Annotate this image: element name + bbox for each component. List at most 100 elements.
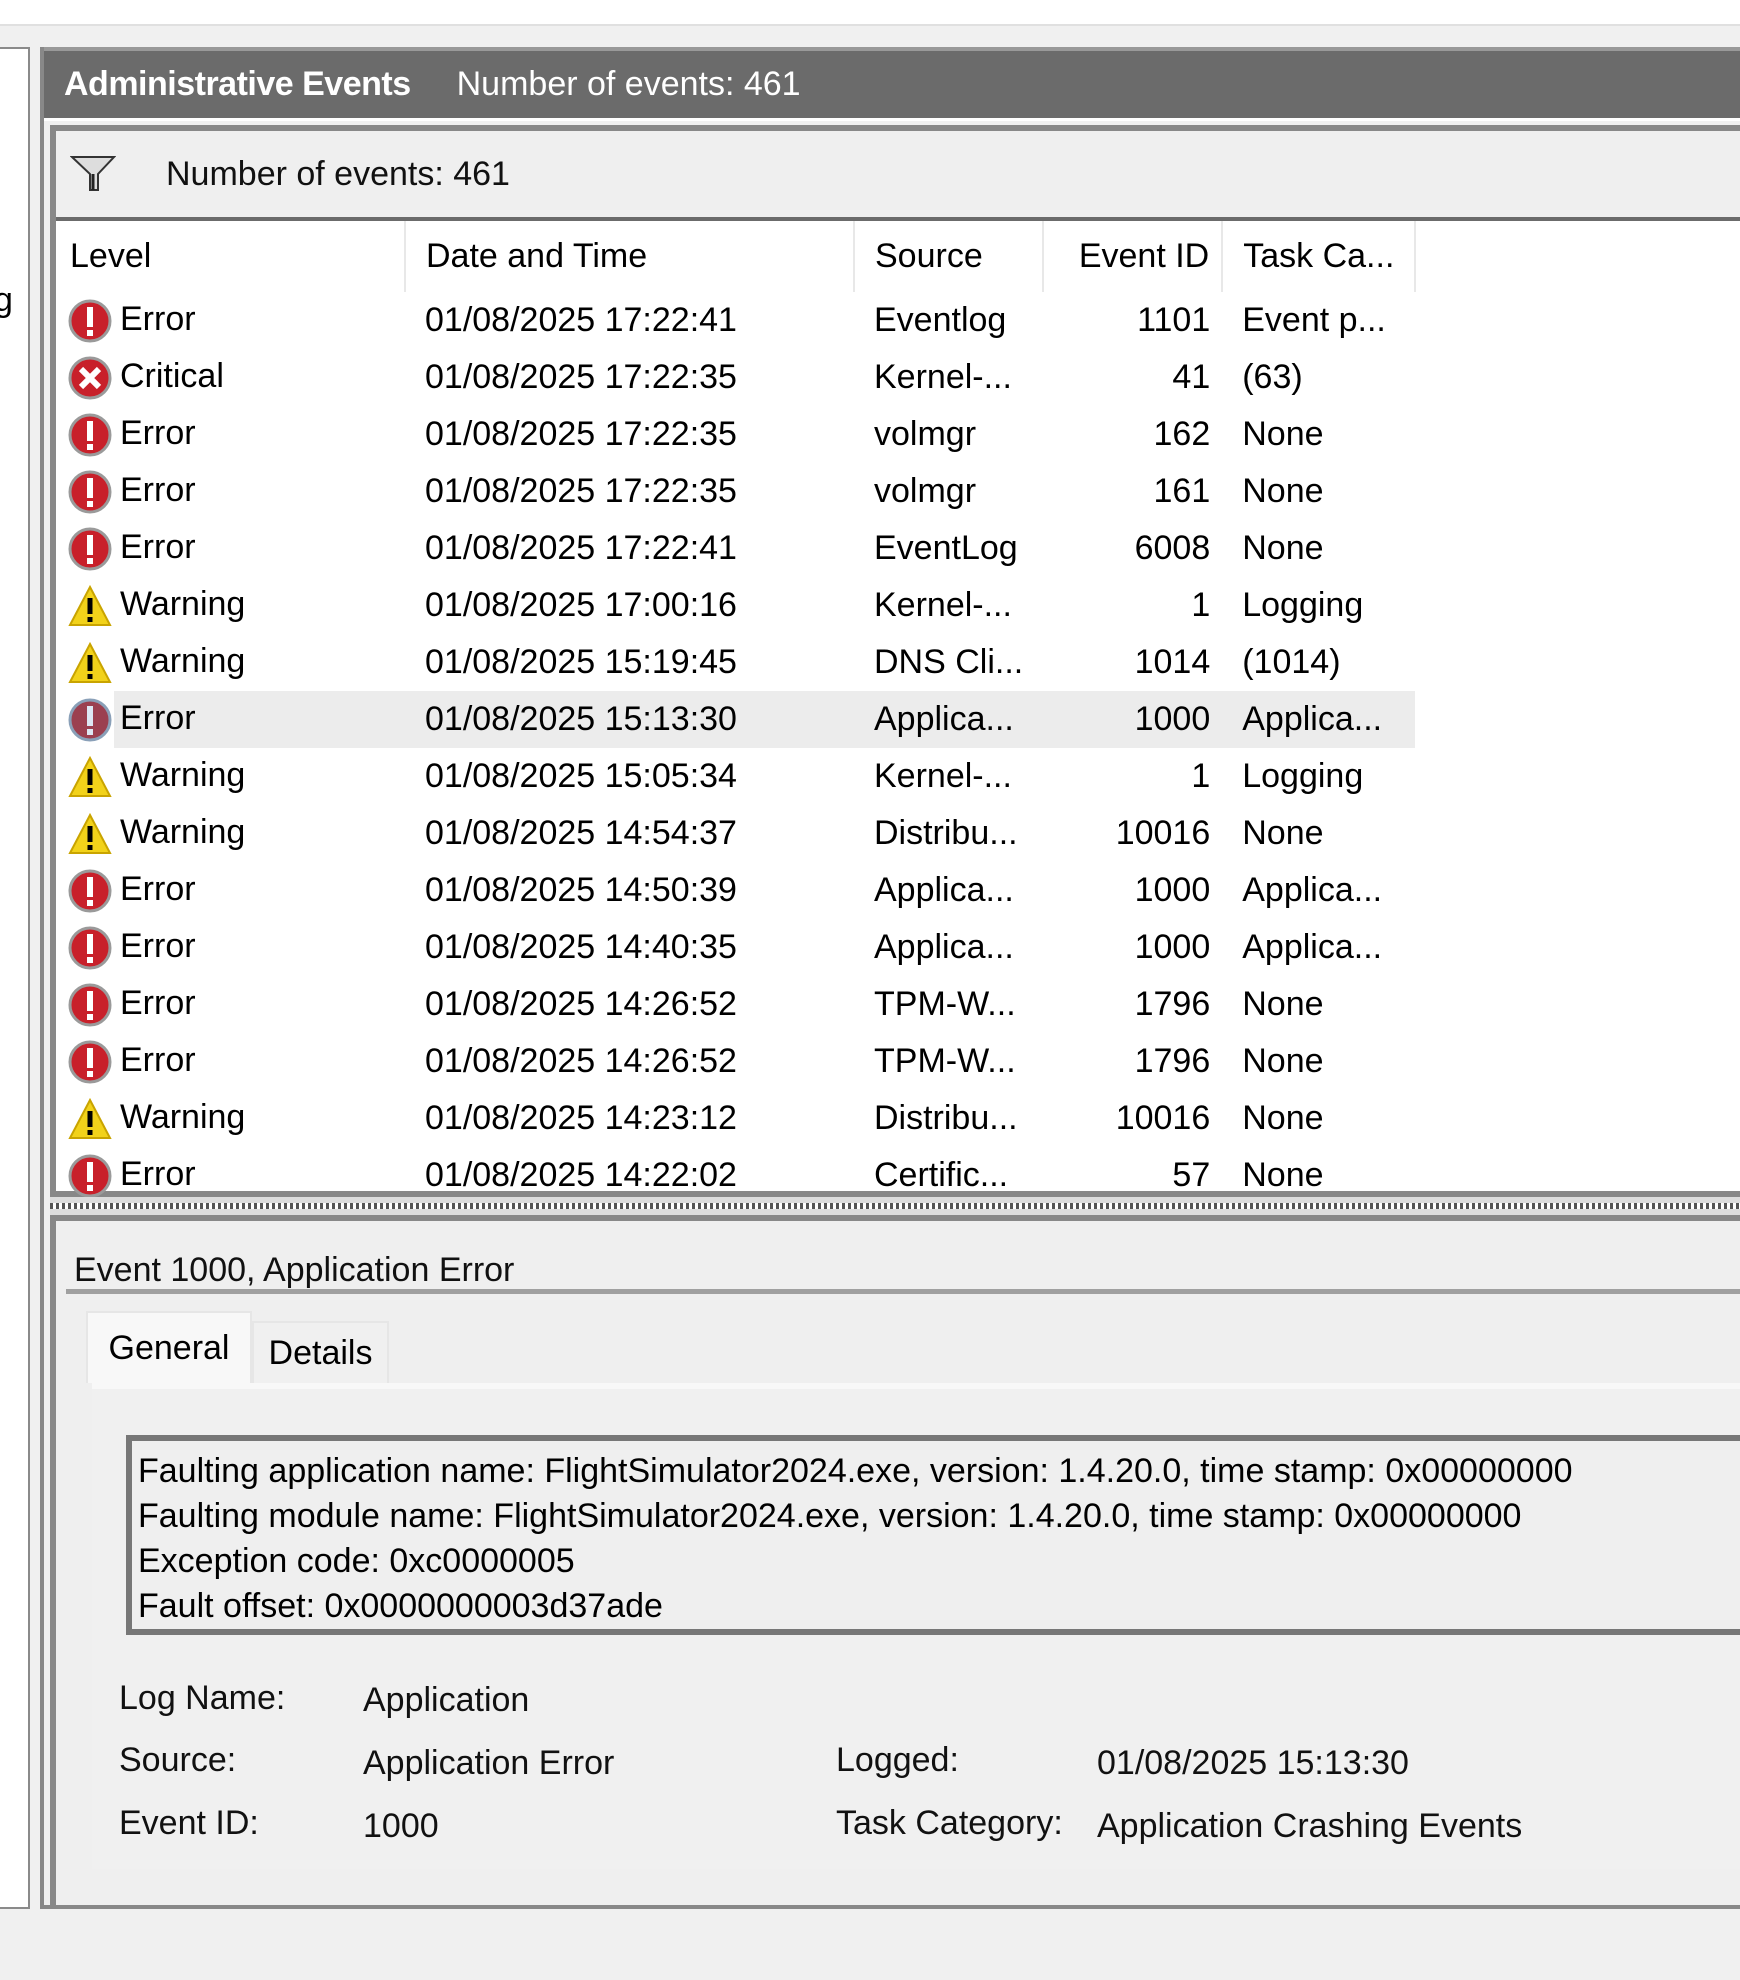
level-text: Critical xyxy=(120,356,224,394)
cell-date: 01/08/2025 14:50:39 xyxy=(405,862,854,919)
cell-source: Kernel-... xyxy=(854,748,1043,805)
cell-event-id: 1 xyxy=(1043,577,1222,634)
cell-date: 01/08/2025 17:22:41 xyxy=(405,520,854,577)
cell-date: 01/08/2025 14:26:52 xyxy=(405,976,854,1033)
table-row[interactable]: Warning01/08/2025 17:00:16Kernel-...1Log… xyxy=(56,577,1415,634)
event-description[interactable]: Faulting application name: FlightSimulat… xyxy=(126,1435,1740,1635)
table-row[interactable]: Critical01/08/2025 17:22:35Kernel-...41(… xyxy=(56,349,1415,406)
cell-level: Warning xyxy=(56,748,405,805)
main-pane: Administrative Events Number of events: … xyxy=(40,47,1740,1909)
divider xyxy=(66,1289,1740,1294)
table-row[interactable]: Error01/08/2025 17:22:35volmgr162None xyxy=(56,406,1415,463)
table-row[interactable]: Error01/08/2025 14:40:35Applica...1000Ap… xyxy=(56,919,1415,976)
cell-event-id: 6008 xyxy=(1043,520,1222,577)
error-icon xyxy=(68,299,112,343)
cell-source: DNS Cli... xyxy=(854,634,1043,691)
view-title: Administrative Events xyxy=(64,65,411,104)
cell-task-category: (1014) xyxy=(1222,634,1415,691)
cell-source: Certific... xyxy=(854,1147,1043,1204)
description-line: Faulting application name: FlightSimulat… xyxy=(138,1449,1740,1494)
event-id-label: Event ID: xyxy=(119,1804,259,1843)
tab-general[interactable]: General xyxy=(86,1311,252,1383)
cell-task-category: None xyxy=(1222,406,1415,463)
cell-level: Error xyxy=(56,406,405,463)
description-line: Fault offset: 0x0000000003d37ade xyxy=(138,1584,1740,1629)
cell-source: Distribu... xyxy=(854,805,1043,862)
cell-date: 01/08/2025 14:54:37 xyxy=(405,805,854,862)
cell-task-category: None xyxy=(1222,1147,1415,1204)
table-row[interactable]: Error01/08/2025 17:22:41EventLog6008None xyxy=(56,520,1415,577)
column-header-level[interactable]: Level xyxy=(56,221,405,292)
table-row[interactable]: Warning01/08/2025 15:05:34Kernel-...1Log… xyxy=(56,748,1415,805)
cell-event-id: 1000 xyxy=(1043,691,1222,748)
cell-date: 01/08/2025 17:22:41 xyxy=(405,292,854,349)
level-text: Warning xyxy=(120,641,245,679)
cell-event-id: 10016 xyxy=(1043,805,1222,862)
cell-level: Warning xyxy=(56,577,405,634)
cell-date: 01/08/2025 15:13:30 xyxy=(405,691,854,748)
table-row[interactable]: Error01/08/2025 15:13:30Applica...1000Ap… xyxy=(56,691,1415,748)
cell-event-id: 1000 xyxy=(1043,919,1222,976)
level-text: Error xyxy=(120,1154,196,1192)
cell-date: 01/08/2025 14:40:35 xyxy=(405,919,854,976)
warning-icon xyxy=(68,641,112,685)
error-icon xyxy=(68,527,112,571)
level-text: Error xyxy=(120,470,196,508)
event-id-value: 1000 xyxy=(363,1807,439,1846)
cell-event-id: 1000 xyxy=(1043,862,1222,919)
cell-date: 01/08/2025 14:26:52 xyxy=(405,1033,854,1090)
tab-details[interactable]: Details xyxy=(252,1321,389,1383)
cell-source: Applica... xyxy=(854,862,1043,919)
event-detail-pane: Event 1000, Application Error General De… xyxy=(50,1215,1740,1905)
cell-date: 01/08/2025 15:19:45 xyxy=(405,634,854,691)
cell-level: Critical xyxy=(56,349,405,406)
table-header-row: Level Date and Time Source Event ID Task… xyxy=(56,221,1415,292)
task-category-label: Task Category: xyxy=(836,1804,1063,1843)
funnel-icon xyxy=(70,154,116,194)
cell-source: EventLog xyxy=(854,520,1043,577)
filter-bar: Number of events: 461 xyxy=(56,131,1740,221)
cell-event-id: 1 xyxy=(1043,748,1222,805)
column-header-source[interactable]: Source xyxy=(854,221,1043,292)
pane-splitter[interactable] xyxy=(50,1197,1740,1215)
cell-task-category: Applica... xyxy=(1222,862,1415,919)
cell-source: Distribu... xyxy=(854,1090,1043,1147)
cell-source: TPM-W... xyxy=(854,976,1043,1033)
pane-header: Administrative Events Number of events: … xyxy=(44,47,1740,121)
detail-title: Event 1000, Application Error xyxy=(74,1251,514,1290)
description-line: Exception code: 0xc0000005 xyxy=(138,1539,1740,1584)
cell-source: volmgr xyxy=(854,463,1043,520)
cell-date: 01/08/2025 17:00:16 xyxy=(405,577,854,634)
cell-date: 01/08/2025 17:22:35 xyxy=(405,463,854,520)
log-name-value: Application xyxy=(363,1681,529,1720)
task-category-value: Application Crashing Events xyxy=(1097,1807,1522,1846)
table-row[interactable]: Error01/08/2025 14:26:52TPM-W...1796None xyxy=(56,976,1415,1033)
table-row[interactable]: Warning01/08/2025 15:19:45DNS Cli...1014… xyxy=(56,634,1415,691)
warning-icon xyxy=(68,1097,112,1141)
cell-task-category: None xyxy=(1222,1033,1415,1090)
cell-level: Error xyxy=(56,1033,405,1090)
cell-date: 01/08/2025 17:22:35 xyxy=(405,349,854,406)
cell-level: Error xyxy=(56,1147,405,1204)
left-tree-panel[interactable]: g xyxy=(0,47,30,1909)
tree-item-fragment[interactable]: g xyxy=(0,281,13,320)
warning-icon xyxy=(68,812,112,856)
table-row[interactable]: Error01/08/2025 17:22:35volmgr161None xyxy=(56,463,1415,520)
top-bar xyxy=(0,0,1740,26)
level-text: Error xyxy=(120,983,196,1021)
logged-label: Logged: xyxy=(836,1741,959,1780)
column-header-task-category[interactable]: Task Ca... xyxy=(1222,221,1415,292)
table-row[interactable]: Error01/08/2025 14:50:39Applica...1000Ap… xyxy=(56,862,1415,919)
table-row[interactable]: Warning01/08/2025 14:23:12Distribu...100… xyxy=(56,1090,1415,1147)
column-header-event-id[interactable]: Event ID xyxy=(1043,221,1222,292)
level-text: Error xyxy=(120,527,196,565)
table-row[interactable]: Error01/08/2025 17:22:41Eventlog1101Even… xyxy=(56,292,1415,349)
column-header-date[interactable]: Date and Time xyxy=(405,221,854,292)
table-row[interactable]: Warning01/08/2025 14:54:37Distribu...100… xyxy=(56,805,1415,862)
error-icon xyxy=(68,1154,112,1198)
source-label: Source: xyxy=(119,1741,236,1780)
table-row[interactable]: Error01/08/2025 14:26:52TPM-W...1796None xyxy=(56,1033,1415,1090)
error-icon xyxy=(68,470,112,514)
level-text: Warning xyxy=(120,755,245,793)
table-row[interactable]: Error01/08/2025 14:22:02Certific...57Non… xyxy=(56,1147,1415,1204)
